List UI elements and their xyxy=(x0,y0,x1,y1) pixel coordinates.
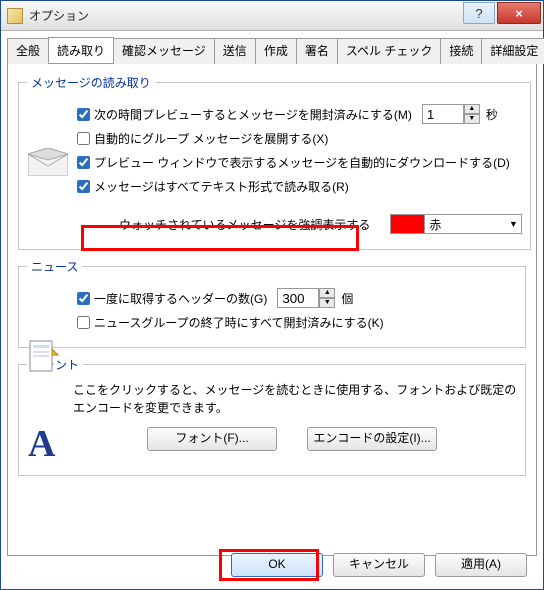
tab-general[interactable]: 全般 xyxy=(7,38,49,64)
help-button[interactable]: ? xyxy=(463,2,495,24)
tab-read[interactable]: 読み取り xyxy=(48,37,114,63)
window-title: オプション xyxy=(29,7,463,24)
seconds-input[interactable] xyxy=(422,104,464,124)
preview-mark-checkbox[interactable] xyxy=(77,108,90,121)
plain-text-checkbox[interactable] xyxy=(77,180,90,193)
app-icon xyxy=(7,8,23,24)
tab-connect[interactable]: 接続 xyxy=(440,38,482,64)
newspaper-icon xyxy=(28,339,60,379)
tab-confirm[interactable]: 確認メッセージ xyxy=(113,38,215,64)
tab-create[interactable]: 作成 xyxy=(255,38,297,64)
tab-send[interactable]: 送信 xyxy=(214,38,256,64)
font-description: ここをクリックすると、メッセージを読むときに使用する、フォントおよび既定のエンコ… xyxy=(73,381,517,417)
chevron-down-icon: ▼ xyxy=(505,219,521,229)
tab-strip: 全般 読み取り 確認メッセージ 送信 作成 署名 スペル チェック 接続 詳細設… xyxy=(7,37,537,64)
auto-expand-checkbox[interactable] xyxy=(77,132,90,145)
seconds-suffix: 秒 xyxy=(486,106,498,123)
group-font: フォント A ここをクリックすると、メッセージを読むときに使用する、フォントおよ… xyxy=(18,356,526,476)
plain-text-label: メッセージはすべてテキスト形式で読み取る(R) xyxy=(94,178,349,195)
headers-suffix: 個 xyxy=(341,290,353,307)
watched-color-dropdown[interactable]: 赤 ▼ xyxy=(390,214,522,234)
tab-advanced[interactable]: 詳細設定 xyxy=(481,38,544,64)
titlebar[interactable]: オプション ? × xyxy=(1,1,543,31)
apply-button[interactable]: 適用(A) xyxy=(435,553,527,577)
watched-label: ウォッチされているメッセージを強調表示する xyxy=(119,216,370,233)
tab-spell[interactable]: スペル チェック xyxy=(337,38,442,64)
news-markread-label: ニュースグループの終了時にすべて開封済みにする(K) xyxy=(94,314,384,331)
ok-button[interactable]: OK xyxy=(231,553,323,577)
font-icon: A xyxy=(28,422,55,466)
preview-mark-label: 次の時間プレビューするとメッセージを開封済みにする(M) xyxy=(94,106,412,123)
group-news-legend: ニュース xyxy=(27,258,82,275)
spin-down-icon[interactable]: ▼ xyxy=(319,298,335,308)
spin-down-icon[interactable]: ▼ xyxy=(464,114,480,124)
color-swatch-icon xyxy=(391,215,425,233)
encoding-button[interactable]: エンコードの設定(I)... xyxy=(307,427,437,451)
group-reading-legend: メッセージの読み取り xyxy=(27,74,155,91)
preview-download-label: プレビュー ウィンドウで表示するメッセージを自動的にダウンロードする(D) xyxy=(94,154,510,171)
tab-sign[interactable]: 署名 xyxy=(296,38,338,64)
cancel-button[interactable]: キャンセル xyxy=(333,553,425,577)
font-button[interactable]: フォント(F)... xyxy=(147,427,277,451)
group-reading: メッセージの読み取り 次の時間プレビューするとメッセージを開封済みにする(M) … xyxy=(18,74,531,250)
group-news: ニュース 一度に取得するヘッダーの数(G) ▲▼ 個 ニュースグループの終了時に… xyxy=(18,258,526,348)
headers-spinner[interactable]: ▲▼ xyxy=(277,288,335,308)
news-markread-checkbox[interactable] xyxy=(77,316,90,329)
preview-download-checkbox[interactable] xyxy=(77,156,90,169)
headers-input[interactable] xyxy=(277,288,319,308)
headers-label: 一度に取得するヘッダーの数(G) xyxy=(94,290,267,307)
spin-up-icon[interactable]: ▲ xyxy=(464,104,480,114)
watched-color-name: 赤 xyxy=(425,216,505,233)
seconds-spinner[interactable]: ▲▼ xyxy=(422,104,480,124)
auto-expand-label: 自動的にグループ メッセージを展開する(X) xyxy=(94,130,328,147)
spin-up-icon[interactable]: ▲ xyxy=(319,288,335,298)
envelope-icon xyxy=(28,148,68,176)
tab-body-read: メッセージの読み取り 次の時間プレビューするとメッセージを開封済みにする(M) … xyxy=(7,64,537,556)
close-button[interactable]: × xyxy=(497,2,541,24)
options-dialog: オプション ? × 全般 読み取り 確認メッセージ 送信 作成 署名 スペル チ… xyxy=(0,0,544,590)
headers-checkbox[interactable] xyxy=(77,292,90,305)
